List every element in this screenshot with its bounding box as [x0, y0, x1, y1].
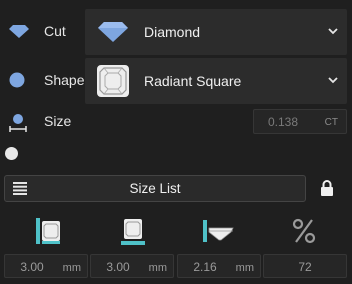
- chevron-down-icon: [327, 25, 339, 37]
- length-value: 3.00: [106, 260, 130, 274]
- width-dimension-icon: [30, 214, 66, 248]
- size-slider-handle[interactable]: [5, 147, 18, 160]
- size-label: Size: [44, 113, 72, 129]
- cut-dropdown[interactable]: Diamond: [85, 9, 347, 55]
- lock-icon[interactable]: [320, 179, 334, 197]
- width-field[interactable]: 3.00 mm: [4, 254, 88, 278]
- depth-unit: mm: [235, 262, 254, 274]
- depth-field[interactable]: 2.16 mm: [177, 254, 261, 278]
- cut-row: Cut Diamond: [0, 0, 352, 60]
- length-dimension-icon: [115, 214, 151, 248]
- diamond-cut-thumbnail: [95, 16, 131, 48]
- length-unit: mm: [148, 262, 167, 274]
- width-value: 3.00: [20, 260, 44, 274]
- diamond-icon: [8, 24, 30, 42]
- size-carat-value: 0.138: [268, 115, 299, 129]
- percent-value: 72: [298, 260, 312, 274]
- radiant-square-thumbnail: [95, 63, 131, 99]
- depth-dimension-icon: [200, 214, 236, 248]
- width-unit: mm: [62, 262, 81, 274]
- size-icon: [8, 112, 28, 135]
- cut-label: Cut: [44, 23, 66, 39]
- size-carat-unit: CT: [324, 117, 338, 128]
- depth-value: 2.16: [193, 260, 217, 274]
- size-list-label: Size List: [129, 181, 181, 196]
- chevron-down-icon: [327, 74, 339, 86]
- percent-icon: [286, 214, 322, 248]
- size-carat-input[interactable]: 0.138 CT: [253, 109, 347, 134]
- size-list-button[interactable]: Size List: [4, 175, 306, 202]
- cut-value: Diamond: [144, 24, 201, 40]
- shape-dropdown[interactable]: Radiant Square: [85, 58, 347, 104]
- length-field[interactable]: 3.00 mm: [90, 254, 174, 278]
- circle-icon: [8, 71, 26, 92]
- percent-field[interactable]: 72: [263, 254, 347, 278]
- shape-value: Radiant Square: [144, 73, 242, 89]
- shape-label: Shape: [44, 72, 85, 88]
